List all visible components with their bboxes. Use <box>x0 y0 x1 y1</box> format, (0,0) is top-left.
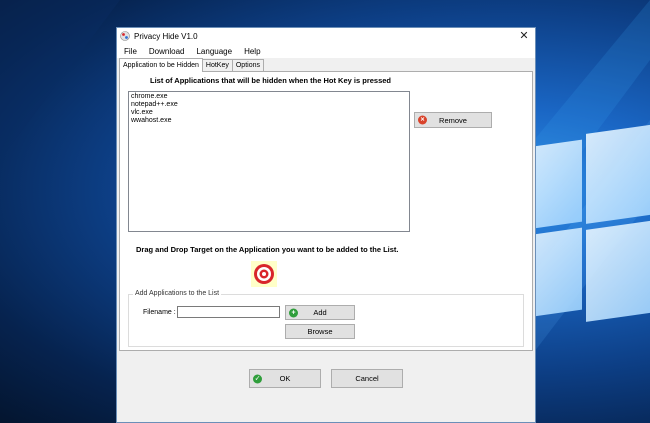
group-title: Add Applications to the List <box>133 290 222 297</box>
add-button-label: Add <box>313 308 327 317</box>
add-button[interactable]: + Add <box>285 305 355 320</box>
menu-language[interactable]: Language <box>189 47 237 56</box>
hidden-apps-list[interactable]: chrome.exe notepad++.exe vlc.exe wwahost… <box>128 91 410 232</box>
filename-input[interactable] <box>177 306 280 318</box>
target-icon <box>254 264 274 284</box>
list-heading: List of Applications that will be hidden… <box>150 76 391 85</box>
cancel-button-label: Cancel <box>355 374 379 383</box>
remove-icon: × <box>418 115 427 125</box>
filename-label: Filename : <box>143 309 176 316</box>
drag-drop-heading: Drag and Drop Target on the Application … <box>136 245 399 254</box>
browse-button[interactable]: Browse <box>285 324 355 339</box>
window-title: Privacy Hide V1.0 <box>134 31 198 41</box>
tab-application-to-be-hidden[interactable]: Application to be Hidden <box>119 58 203 72</box>
drag-target[interactable] <box>251 261 277 287</box>
ok-button[interactable]: ✓ OK <box>249 369 321 388</box>
menu-file[interactable]: File <box>117 47 142 56</box>
list-item[interactable]: wwahost.exe <box>131 117 407 125</box>
cancel-button[interactable]: Cancel <box>331 369 403 388</box>
tab-options[interactable]: Options <box>231 59 264 71</box>
windows-logo <box>520 120 650 350</box>
list-item[interactable]: vlc.exe <box>131 109 407 117</box>
add-icon: + <box>289 308 298 317</box>
ok-button-label: OK <box>279 374 291 383</box>
add-applications-group: Add Applications to the List Filename : … <box>128 290 524 347</box>
menu-bar: File Download Language Help <box>117 44 535 58</box>
remove-button[interactable]: × Remove <box>414 112 492 128</box>
close-button[interactable]: ✕ <box>517 29 531 43</box>
browse-button-label: Browse <box>307 327 333 336</box>
title-bar[interactable]: Privacy Hide V1.0 ✕ <box>117 28 535 44</box>
menu-download[interactable]: Download <box>142 47 190 56</box>
list-item[interactable]: notepad++.exe <box>131 101 407 109</box>
privacy-hide-window: Privacy Hide V1.0 ✕ File Download Langua… <box>116 27 536 423</box>
tab-hotkey[interactable]: HotKey <box>201 59 233 71</box>
remove-button-label: Remove <box>439 115 467 125</box>
ok-icon: ✓ <box>253 374 262 383</box>
menu-help[interactable]: Help <box>237 47 265 56</box>
tab-strip: Application to be Hidden HotKey Options <box>119 58 535 72</box>
list-item[interactable]: chrome.exe <box>131 93 407 101</box>
app-icon <box>120 31 130 41</box>
tab-panel-applications: List of Applications that will be hidden… <box>119 71 533 351</box>
